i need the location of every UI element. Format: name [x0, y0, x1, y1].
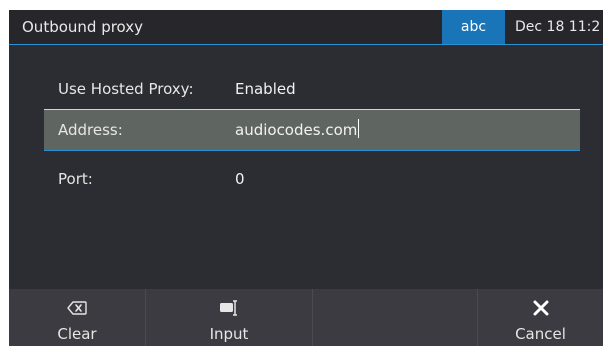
address-input[interactable]: audiocodes.com [235, 110, 360, 150]
field-row-address[interactable]: Address: audiocodes.com [44, 110, 580, 151]
input-mode-icon [220, 300, 237, 316]
empty-softkey[interactable] [313, 289, 478, 346]
text-cursor [358, 119, 360, 138]
field-label: Use Hosted Proxy: [58, 80, 194, 98]
field-value: Enabled [235, 80, 296, 98]
cancel-label: Cancel [515, 325, 566, 343]
page-title: Outbound proxy [22, 18, 144, 36]
address-value: audiocodes.com [235, 121, 358, 139]
input-softkey[interactable]: Input [146, 289, 313, 346]
softkey-bar: Clear Input Cancel [9, 289, 603, 346]
clear-label: Clear [57, 325, 97, 343]
backspace-icon [67, 301, 87, 315]
field-label: Port: [58, 170, 93, 188]
close-icon [533, 300, 548, 316]
title-bar: Outbound proxy abc Dec 18 11:2 [9, 10, 603, 45]
cancel-softkey[interactable]: Cancel [478, 289, 603, 346]
field-row-use-hosted-proxy[interactable]: Use Hosted Proxy: Enabled [44, 69, 580, 110]
field-label: Address: [58, 121, 123, 139]
field-row-port[interactable]: Port: 0 [44, 159, 580, 199]
field-value: 0 [235, 170, 245, 188]
input-mode-badge: abc [442, 10, 505, 44]
clear-softkey[interactable]: Clear [9, 289, 146, 346]
phone-screen: Outbound proxy abc Dec 18 11:2 Use Hoste… [9, 10, 603, 346]
clock: Dec 18 11:2 [515, 19, 601, 35]
input-label: Input [209, 325, 249, 343]
